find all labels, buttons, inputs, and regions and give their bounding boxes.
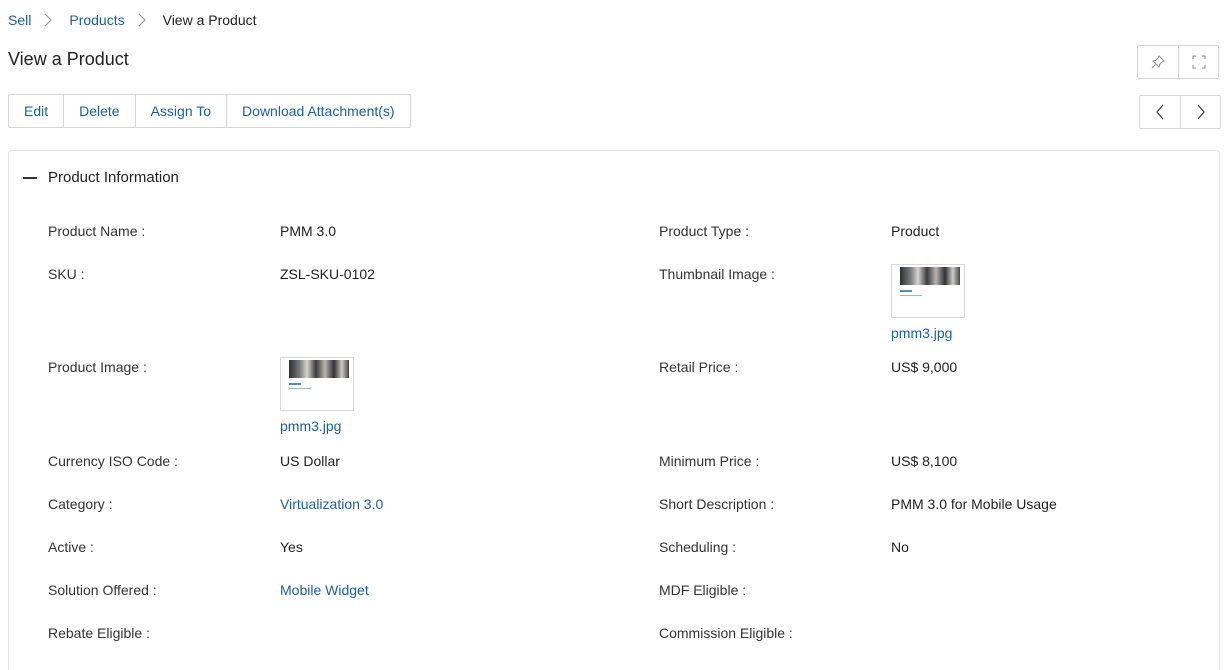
field-value-short-description: PMM 3.0 for Mobile Usage xyxy=(891,496,1057,512)
field-value-currency-iso-code: US Dollar xyxy=(280,453,340,469)
record-navigation xyxy=(1139,95,1221,129)
breadcrumb: Sell Products View a Product xyxy=(8,12,257,28)
field-label-category: Category : xyxy=(48,496,113,512)
field-label-rebate-eligible: Rebate Eligible : xyxy=(48,625,150,641)
field-label-active: Active : xyxy=(48,539,94,555)
breadcrumb-current: View a Product xyxy=(162,12,257,28)
field-label-retail-price: Retail Price : xyxy=(659,359,739,375)
thumbnail-preview-image[interactable] xyxy=(891,264,965,318)
field-value-scheduling: No xyxy=(891,539,909,555)
breadcrumb-sell[interactable]: Sell xyxy=(8,12,31,28)
product-image-file-link[interactable]: pmm3.jpg xyxy=(280,418,354,434)
section-header: Product Information xyxy=(23,169,179,186)
thumbnail-attachment: pmm3.jpg xyxy=(891,264,965,341)
field-value-sku: ZSL-SKU-0102 xyxy=(280,266,375,282)
minus-icon[interactable] xyxy=(23,176,37,179)
delete-button[interactable]: Delete xyxy=(63,95,134,127)
field-value-active: Yes xyxy=(280,539,303,555)
chevron-right-icon xyxy=(137,12,149,28)
field-value-retail-price: US$ 9,000 xyxy=(891,359,958,375)
assign-to-button[interactable]: Assign To xyxy=(134,95,226,127)
product-image-attachment: pmm3.jpg xyxy=(280,357,354,434)
chevron-left-icon[interactable] xyxy=(1140,96,1180,128)
field-label-short-description: Short Description : xyxy=(659,496,775,512)
pin-icon[interactable] xyxy=(1138,46,1178,78)
field-label-sku: SKU : xyxy=(48,266,85,282)
field-label-solution-offered: Solution Offered : xyxy=(48,582,157,598)
product-image-preview[interactable] xyxy=(280,357,354,411)
field-label-product-name: Product Name : xyxy=(48,223,146,239)
field-value-product-name: PMM 3.0 xyxy=(280,223,337,239)
fullscreen-icon[interactable] xyxy=(1178,46,1218,78)
field-label-mdf-eligible: MDF Eligible : xyxy=(659,582,747,598)
action-bar: Edit Delete Assign To Download Attachmen… xyxy=(8,94,411,128)
field-label-thumbnail-image: Thumbnail Image : xyxy=(659,266,775,282)
section-title: Product Information xyxy=(48,169,179,186)
field-label-scheduling: Scheduling : xyxy=(659,539,737,555)
view-controls xyxy=(1137,45,1219,79)
field-value-category-link[interactable]: Virtualization 3.0 xyxy=(280,496,383,512)
field-value-product-type: Product xyxy=(891,223,940,239)
field-value-minimum-price: US$ 8,100 xyxy=(891,453,958,469)
breadcrumb-products[interactable]: Products xyxy=(69,12,124,28)
product-information-card: Product Information Product Name : PMM 3… xyxy=(8,150,1220,670)
chevron-right-icon xyxy=(43,12,55,28)
download-attachments-button[interactable]: Download Attachment(s) xyxy=(226,95,410,127)
field-label-commission-eligible: Commission Eligible : xyxy=(659,625,793,641)
page-title: View a Product xyxy=(8,49,129,69)
field-label-minimum-price: Minimum Price : xyxy=(659,453,760,469)
chevron-right-icon[interactable] xyxy=(1180,96,1220,128)
edit-button[interactable]: Edit xyxy=(9,95,63,127)
field-label-product-image: Product Image : xyxy=(48,359,147,375)
field-label-product-type: Product Type : xyxy=(659,223,750,239)
field-label-currency-iso-code: Currency ISO Code : xyxy=(48,453,178,469)
field-value-solution-offered-link[interactable]: Mobile Widget xyxy=(280,582,369,598)
thumbnail-file-link[interactable]: pmm3.jpg xyxy=(891,325,965,341)
